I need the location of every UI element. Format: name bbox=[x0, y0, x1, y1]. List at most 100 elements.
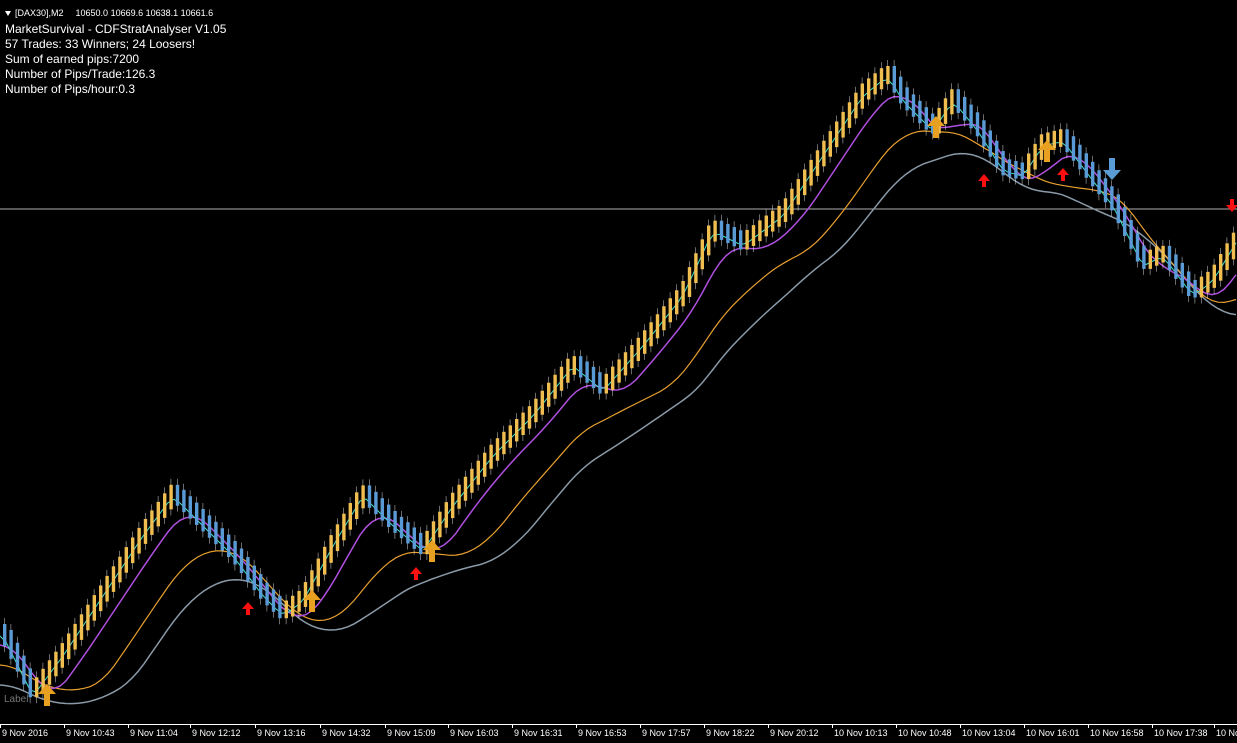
candle-body bbox=[92, 595, 96, 621]
candle-body bbox=[527, 406, 532, 429]
candle-body bbox=[1212, 264, 1216, 288]
time-axis-tick bbox=[960, 724, 961, 728]
candle-body bbox=[867, 78, 871, 100]
candle-body bbox=[1123, 207, 1127, 236]
candle-body bbox=[1193, 280, 1197, 298]
time-axis-label: 9 Nov 2016 bbox=[2, 728, 49, 738]
candle-body bbox=[1167, 245, 1172, 271]
candle-body bbox=[105, 575, 109, 602]
candle-body bbox=[803, 169, 807, 196]
candle-body bbox=[700, 239, 704, 270]
candle-body bbox=[566, 358, 570, 383]
candle-body bbox=[790, 188, 794, 215]
candle-body bbox=[1129, 220, 1133, 249]
candle-body bbox=[572, 356, 576, 375]
candle-body bbox=[233, 541, 237, 565]
candle-body bbox=[291, 595, 295, 617]
candle-body bbox=[1027, 153, 1031, 180]
candle-body bbox=[950, 89, 954, 115]
time-axis-tick bbox=[896, 724, 897, 728]
trades-summary: 57 Trades: 33 Winners; 24 Loosers! bbox=[5, 37, 196, 51]
candle-body bbox=[1174, 254, 1178, 279]
candle-body bbox=[982, 120, 986, 147]
candle-body bbox=[188, 496, 192, 519]
candle-body bbox=[623, 352, 628, 376]
time-axis-tick bbox=[1152, 724, 1153, 728]
candle-body bbox=[374, 491, 378, 515]
time-axis-tick bbox=[448, 724, 449, 728]
candle-body bbox=[1225, 243, 1229, 270]
candle-body bbox=[822, 140, 826, 167]
candle-body bbox=[131, 537, 135, 564]
candle-body bbox=[214, 521, 218, 545]
candle-body bbox=[1148, 249, 1152, 269]
candle-body bbox=[246, 557, 250, 582]
candle-body bbox=[860, 83, 864, 109]
candle-body bbox=[355, 492, 359, 519]
candle-body bbox=[508, 425, 512, 448]
symbol-header: [DAX30],M2 10650.0 10669.6 10638.1 10661… bbox=[5, 6, 226, 21]
chart-label-object[interactable]: Label bbox=[4, 694, 28, 705]
candle-body bbox=[995, 140, 999, 167]
time-axis-tick bbox=[1088, 724, 1089, 728]
candle-body bbox=[547, 382, 551, 407]
candle-body bbox=[924, 107, 928, 130]
ma-fast-line bbox=[0, 79, 1237, 693]
candle-body bbox=[835, 121, 839, 148]
candle-body bbox=[777, 205, 781, 227]
time-axis-label: 9 Nov 13:16 bbox=[257, 728, 306, 738]
time-axis-tick bbox=[512, 724, 513, 728]
candle-body bbox=[271, 589, 276, 612]
candle-body bbox=[284, 600, 288, 619]
candle-body bbox=[739, 230, 743, 250]
candle-body bbox=[1059, 129, 1063, 147]
candle-body bbox=[1110, 186, 1114, 211]
candle-body bbox=[335, 524, 340, 552]
candle-body bbox=[175, 484, 180, 506]
candle-body bbox=[815, 150, 820, 176]
ma-purple-line bbox=[0, 95, 1237, 690]
candle-body bbox=[899, 76, 903, 104]
pips-per-hour: Number of Pips/hour:0.3 bbox=[5, 82, 136, 96]
time-axis-label: 10 Nov bbox=[1216, 728, 1237, 738]
time-axis-tick bbox=[1214, 724, 1215, 728]
candle-body bbox=[1001, 151, 1005, 176]
candle-body bbox=[99, 585, 103, 612]
candle-body bbox=[1180, 262, 1184, 288]
candle-body bbox=[323, 546, 327, 575]
candle-body bbox=[1199, 276, 1204, 298]
time-axis-tick bbox=[190, 724, 191, 728]
candle-body bbox=[489, 444, 493, 469]
candle-body bbox=[451, 492, 455, 519]
candle-body bbox=[495, 438, 500, 461]
candle-body bbox=[591, 366, 596, 389]
dropdown-triangle-icon[interactable] bbox=[5, 11, 11, 16]
candle-body bbox=[655, 314, 660, 339]
candle-body bbox=[22, 655, 26, 685]
chart-canvas[interactable] bbox=[0, 0, 1237, 724]
candle-body bbox=[854, 92, 858, 119]
candle-body bbox=[393, 511, 397, 533]
time-axis-label: 9 Nov 15:09 bbox=[387, 728, 436, 738]
candle-body bbox=[169, 484, 173, 510]
candle-body bbox=[585, 361, 589, 383]
candle-body bbox=[1007, 159, 1012, 177]
candle-body bbox=[67, 633, 71, 660]
candle-body bbox=[361, 485, 365, 509]
candle-body bbox=[502, 431, 506, 455]
time-axis-tick bbox=[704, 724, 705, 728]
candle-body bbox=[732, 227, 736, 247]
small-up-arrow-icon bbox=[1057, 168, 1069, 181]
candle-body bbox=[47, 660, 52, 685]
candle-body bbox=[239, 548, 244, 574]
candle-body bbox=[252, 565, 256, 591]
candle-body bbox=[73, 623, 77, 650]
candle-body bbox=[220, 528, 224, 551]
price-chart[interactable] bbox=[0, 0, 1237, 724]
candle-body bbox=[534, 398, 538, 423]
candle-body bbox=[438, 511, 442, 538]
small-up-arrow-icon bbox=[242, 602, 254, 615]
candle-body bbox=[111, 566, 116, 592]
candle-body bbox=[348, 503, 352, 530]
candle-body bbox=[975, 112, 980, 137]
